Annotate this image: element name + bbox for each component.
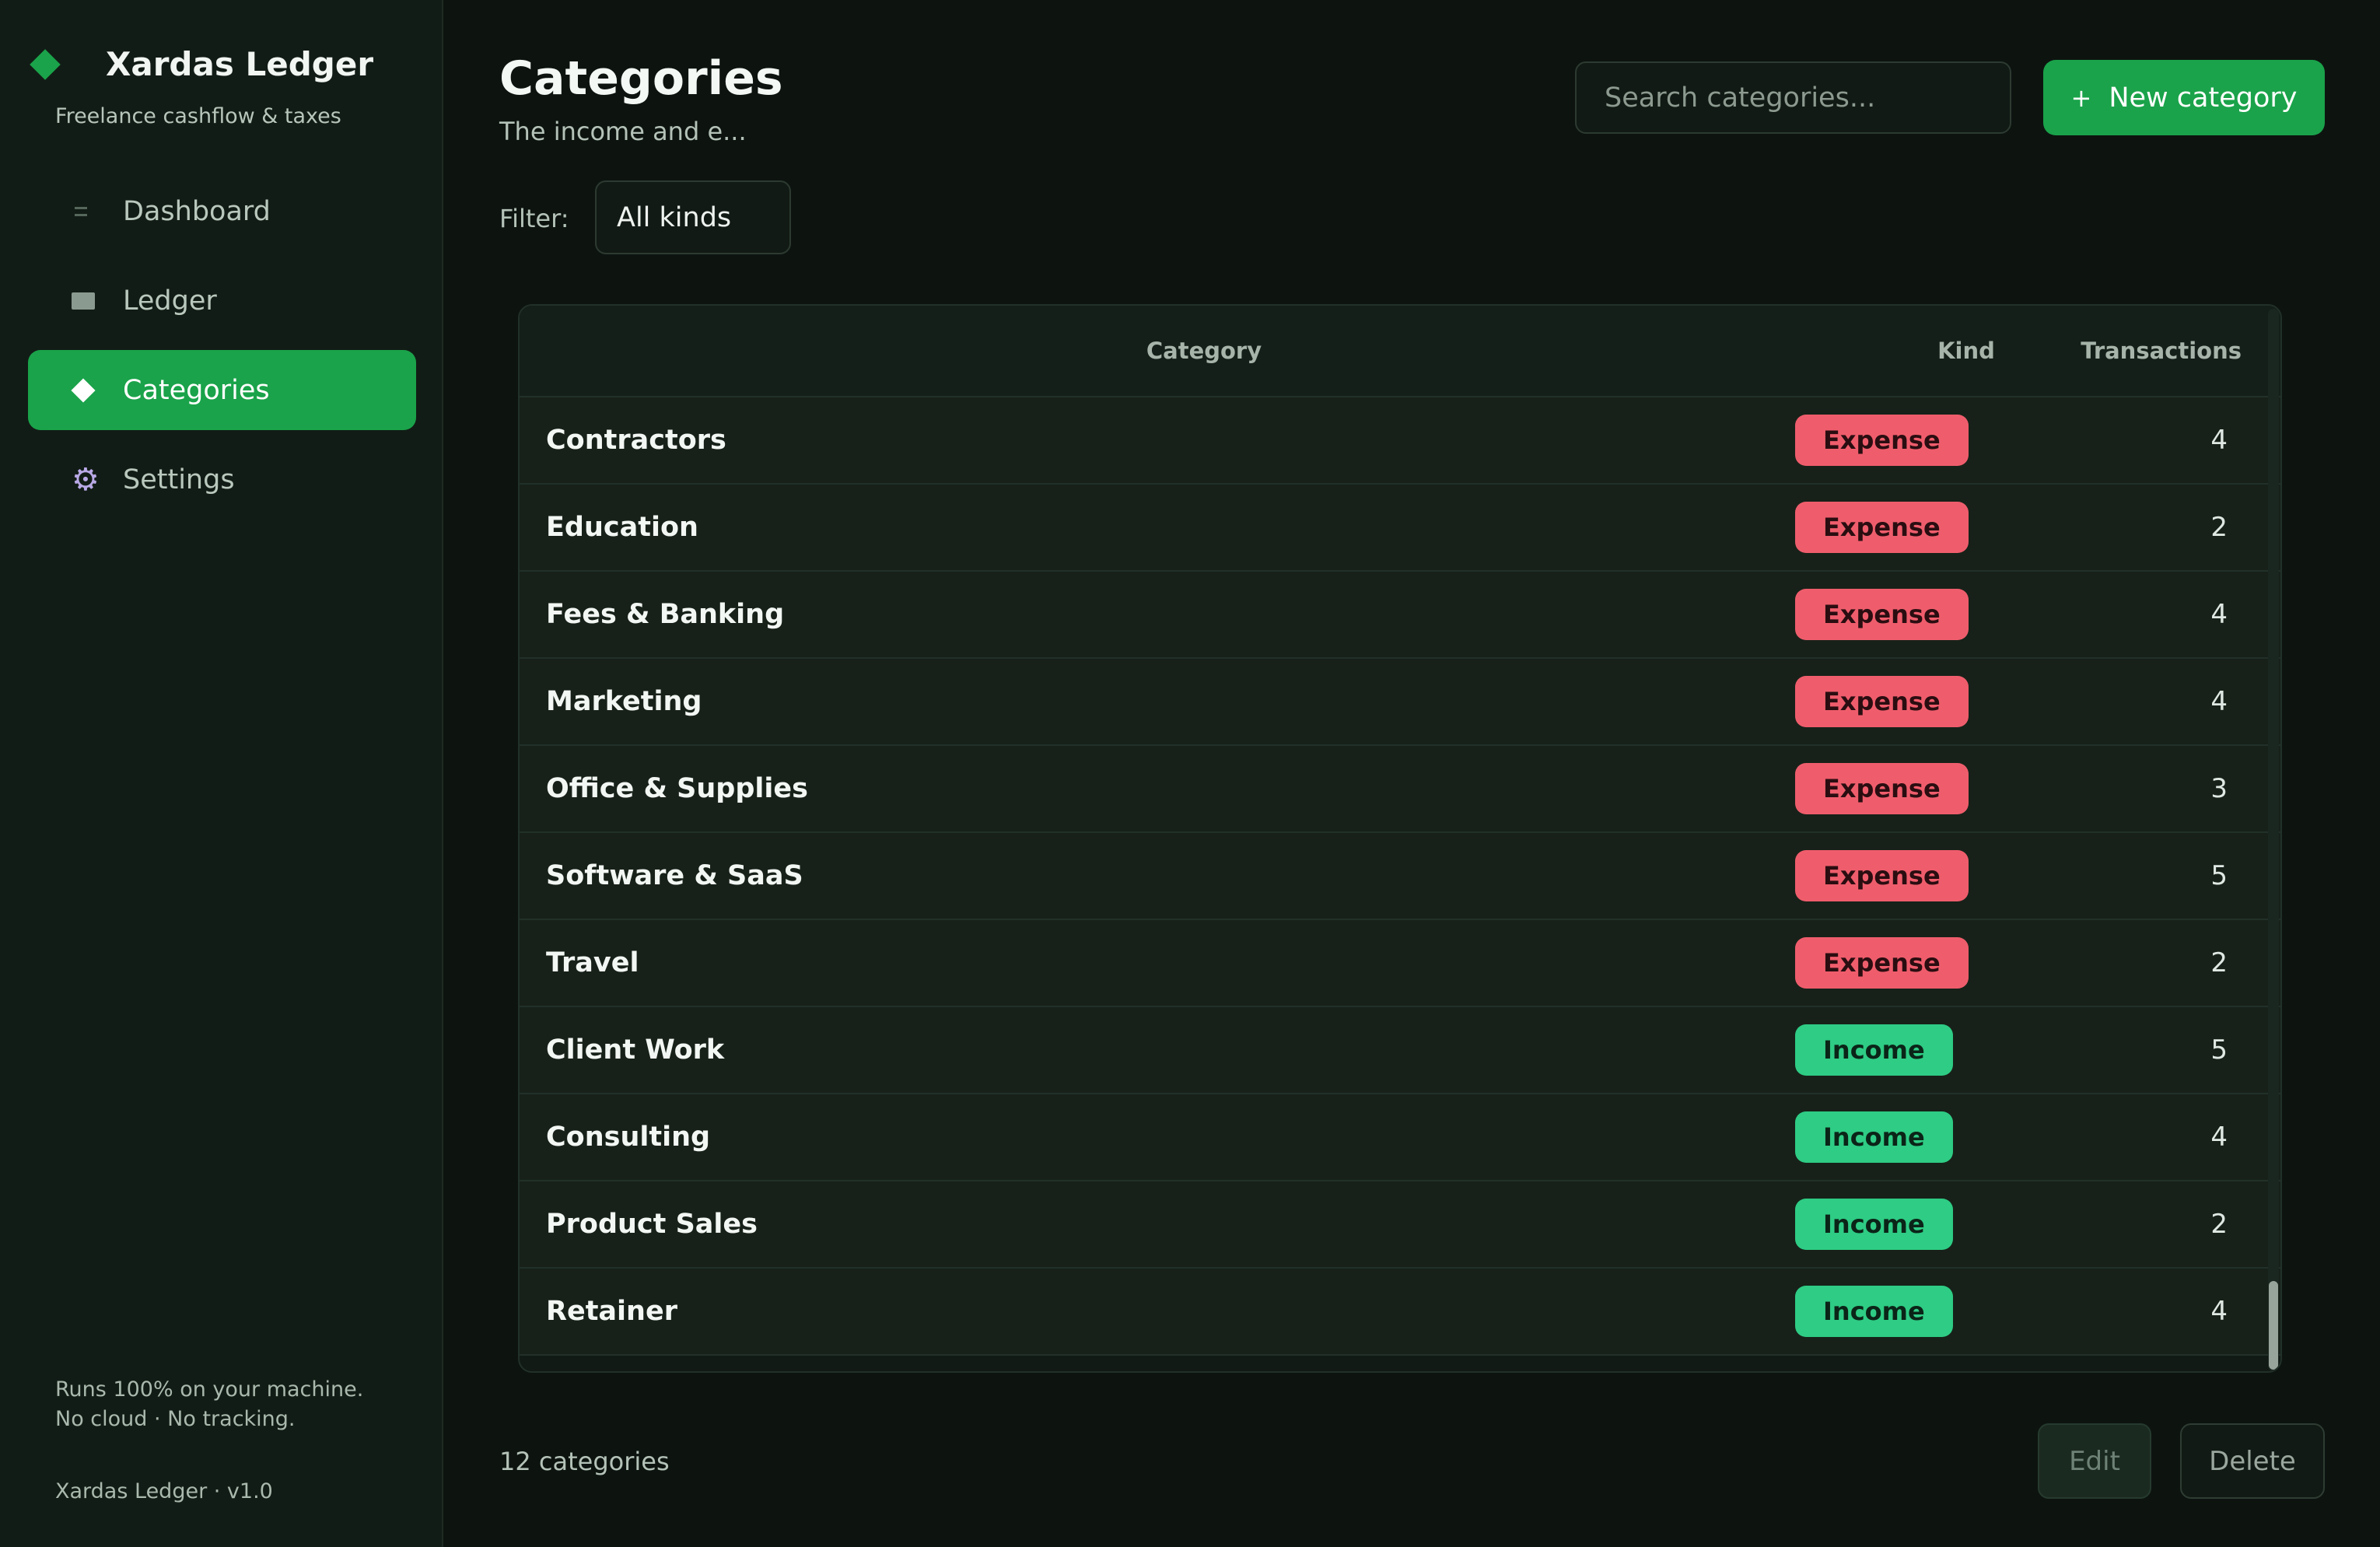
column-header-kind[interactable]: Kind [1888, 338, 2044, 364]
sidebar-item-label: Ledger [123, 285, 217, 317]
sidebar-item-label: Categories [123, 374, 270, 406]
kind-badge: Income [1795, 1024, 1953, 1076]
transaction-count: 4 [2210, 1296, 2228, 1327]
kind-cell: Expense [1795, 415, 2028, 466]
transaction-count: 2 [2210, 947, 2228, 978]
table-row[interactable]: Office & Supplies Expense 3 [520, 746, 2280, 833]
kind-badge: Expense [1795, 763, 1969, 814]
sidebar: Xardas Ledger Freelance cashflow & taxes… [0, 0, 443, 1547]
table-row[interactable]: Consulting Income 4 [520, 1094, 2280, 1181]
sidebar-item-dashboard[interactable]: Dashboard [28, 171, 416, 251]
table-body: Contractors Expense 4 Education Expense 2 Fees… [520, 397, 2280, 1356]
column-header-transactions[interactable]: Transactions [2044, 338, 2280, 364]
kind-cell: Expense [1795, 676, 2028, 727]
table-row[interactable]: Contractors Expense 4 [520, 397, 2280, 485]
kind-filter-select[interactable]: All kinds [595, 180, 791, 254]
table-row[interactable]: Travel Expense 2 [520, 920, 2280, 1007]
category-name: Client Work [546, 1034, 725, 1066]
category-name: Retainer [546, 1296, 677, 1327]
sidebar-item-label: Settings [123, 464, 235, 495]
edit-button[interactable]: Edit [2038, 1423, 2151, 1499]
table-scrollbar[interactable] [2268, 309, 2279, 1371]
app-window: Xardas Ledger Freelance cashflow & taxes… [0, 0, 2380, 1547]
categories-table: Category Kind Transactions Contractors Ex… [518, 304, 2282, 1373]
transaction-count: 4 [2210, 686, 2228, 717]
main-content: Categories The income and e... + New cat… [443, 0, 2380, 1547]
app-title: Xardas Ledger [106, 45, 374, 83]
kind-cell: Expense [1795, 850, 2028, 901]
privacy-note: Runs 100% on your machine. No cloud · No… [55, 1375, 363, 1434]
sidebar-nav: Dashboard Ledger Categories ⚙ Settings [28, 171, 416, 529]
kind-badge: Expense [1795, 850, 1969, 901]
search-input[interactable] [1575, 61, 2011, 134]
sidebar-item-categories[interactable]: Categories [28, 350, 416, 430]
sidebar-item-ledger[interactable]: Ledger [28, 261, 416, 341]
category-name: Travel [546, 947, 639, 978]
kind-cell: Expense [1795, 937, 2028, 989]
kind-badge: Expense [1795, 589, 1969, 640]
table-row[interactable]: Marketing Expense 4 [520, 659, 2280, 746]
category-name: Fees & Banking [546, 599, 785, 630]
column-header-category[interactable]: Category [520, 338, 1888, 364]
category-name: Office & Supplies [546, 773, 808, 804]
kind-cell: Income [1795, 1199, 2028, 1250]
category-count: 12 categories [499, 1447, 670, 1476]
table-row[interactable]: Software & SaaS Expense 5 [520, 833, 2280, 920]
transaction-count: 5 [2210, 1034, 2228, 1066]
page-title: Categories [499, 51, 783, 106]
kind-cell: Expense [1795, 589, 2028, 640]
kind-cell: Income [1795, 1286, 2028, 1337]
ledger-icon [72, 292, 103, 310]
version-label: Xardas Ledger · v1.0 [55, 1479, 273, 1503]
table-header: Category Kind Transactions [520, 306, 2280, 397]
new-category-label: New category [2109, 82, 2298, 114]
category-name: Product Sales [546, 1209, 758, 1240]
transaction-count: 4 [2210, 599, 2228, 630]
delete-button[interactable]: Delete [2180, 1423, 2325, 1499]
privacy-line-2: No cloud · No tracking. [55, 1407, 296, 1431]
table-row[interactable]: Fees & Banking Expense 4 [520, 572, 2280, 659]
kind-badge: Expense [1795, 502, 1969, 553]
category-name: Consulting [546, 1122, 711, 1153]
transaction-count: 4 [2210, 425, 2228, 456]
kind-cell: Expense [1795, 502, 2028, 553]
dashboard-icon [72, 206, 103, 216]
gear-icon: ⚙ [72, 461, 100, 498]
new-category-button[interactable]: + New category [2043, 60, 2325, 135]
brand-diamond-icon [30, 48, 61, 80]
kind-cell: Income [1795, 1024, 2028, 1076]
kind-cell: Income [1795, 1111, 2028, 1163]
table-row[interactable]: Product Sales Income 2 [520, 1181, 2280, 1269]
category-name: Contractors [546, 425, 726, 456]
page-description: The income and e... [499, 117, 747, 146]
table-row[interactable]: Client Work Income 5 [520, 1007, 2280, 1094]
app-tagline: Freelance cashflow & taxes [55, 104, 341, 128]
kind-badge: Expense [1795, 937, 1969, 989]
transaction-count: 2 [2210, 1209, 2228, 1240]
privacy-line-1: Runs 100% on your machine. [55, 1377, 364, 1402]
transaction-count: 2 [2210, 512, 2228, 543]
filter-label: Filter: [499, 204, 569, 233]
brand: Xardas Ledger [30, 45, 374, 83]
kind-badge: Income [1795, 1111, 1953, 1163]
scrollbar-thumb[interactable] [2269, 1281, 2278, 1370]
transaction-count: 5 [2210, 860, 2228, 891]
plus-icon: + [2070, 82, 2092, 113]
kind-badge: Income [1795, 1286, 1953, 1337]
transaction-count: 4 [2210, 1122, 2228, 1153]
sidebar-item-label: Dashboard [123, 195, 271, 227]
transaction-count: 3 [2210, 773, 2228, 804]
kind-cell: Expense [1795, 763, 2028, 814]
kind-badge: Income [1795, 1199, 1953, 1250]
category-name: Marketing [546, 686, 702, 717]
category-name: Software & SaaS [546, 860, 803, 891]
kind-badge: Expense [1795, 676, 1969, 727]
table-row[interactable]: Education Expense 2 [520, 485, 2280, 572]
diamond-icon [71, 377, 103, 403]
kind-badge: Expense [1795, 415, 1969, 466]
category-name: Education [546, 512, 698, 543]
table-row[interactable]: Retainer Income 4 [520, 1269, 2280, 1356]
sidebar-item-settings[interactable]: ⚙ Settings [28, 439, 416, 520]
